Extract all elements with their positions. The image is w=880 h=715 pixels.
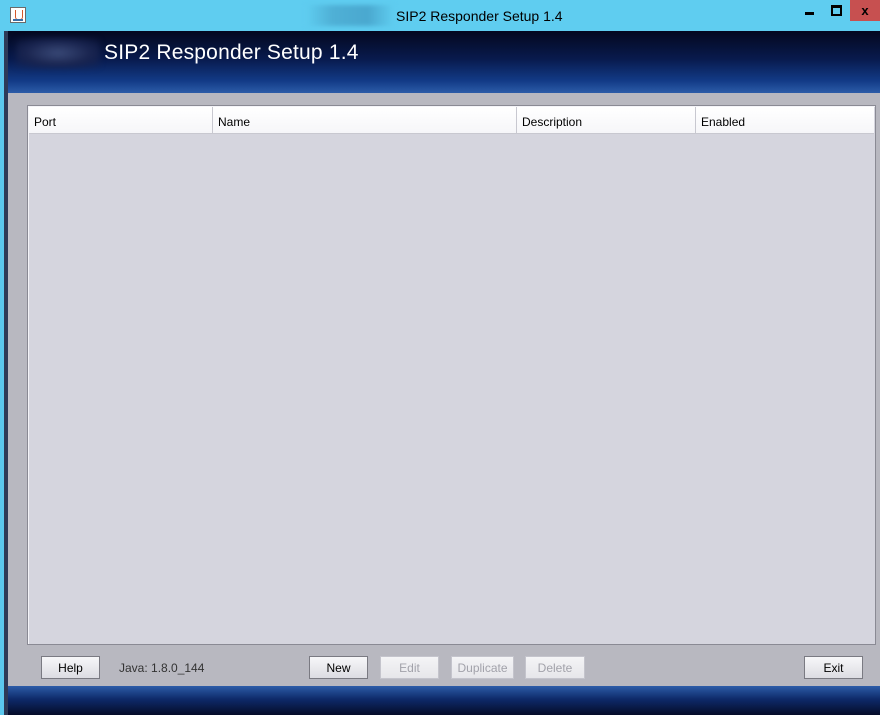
footer-banner [8, 686, 880, 715]
new-button[interactable]: New [309, 656, 368, 679]
help-button[interactable]: Help [41, 656, 100, 679]
redacted-brand-logo [16, 38, 100, 68]
duplicate-button[interactable]: Duplicate [451, 656, 514, 679]
maximize-button[interactable] [823, 0, 849, 21]
redacted-title-prefix [306, 5, 394, 26]
app-title: SIP2 Responder Setup 1.4 [104, 41, 359, 64]
java-cup-icon[interactable] [10, 7, 26, 23]
java-version-label: Java: 1.8.0_144 [119, 661, 205, 675]
responder-table[interactable]: Port Name Description Enabled [27, 105, 876, 645]
column-header-name[interactable]: Name [213, 107, 517, 134]
maximize-icon [830, 5, 842, 16]
delete-button[interactable]: Delete [525, 656, 585, 679]
edit-button[interactable]: Edit [380, 656, 439, 679]
column-header-enabled[interactable]: Enabled [696, 107, 874, 134]
minimize-icon [804, 12, 814, 15]
exit-button[interactable]: Exit [804, 656, 863, 679]
window-title: SIP2 Responder Setup 1.4 [396, 8, 563, 24]
close-icon: x [861, 3, 869, 18]
column-header-description[interactable]: Description [517, 107, 696, 134]
column-header-port[interactable]: Port [29, 107, 213, 134]
close-button[interactable]: x [850, 0, 880, 21]
table-header: Port Name Description Enabled [29, 107, 874, 134]
minimize-button[interactable] [796, 0, 822, 21]
window-titlebar[interactable]: SIP2 Responder Setup 1.4 x [0, 0, 880, 31]
